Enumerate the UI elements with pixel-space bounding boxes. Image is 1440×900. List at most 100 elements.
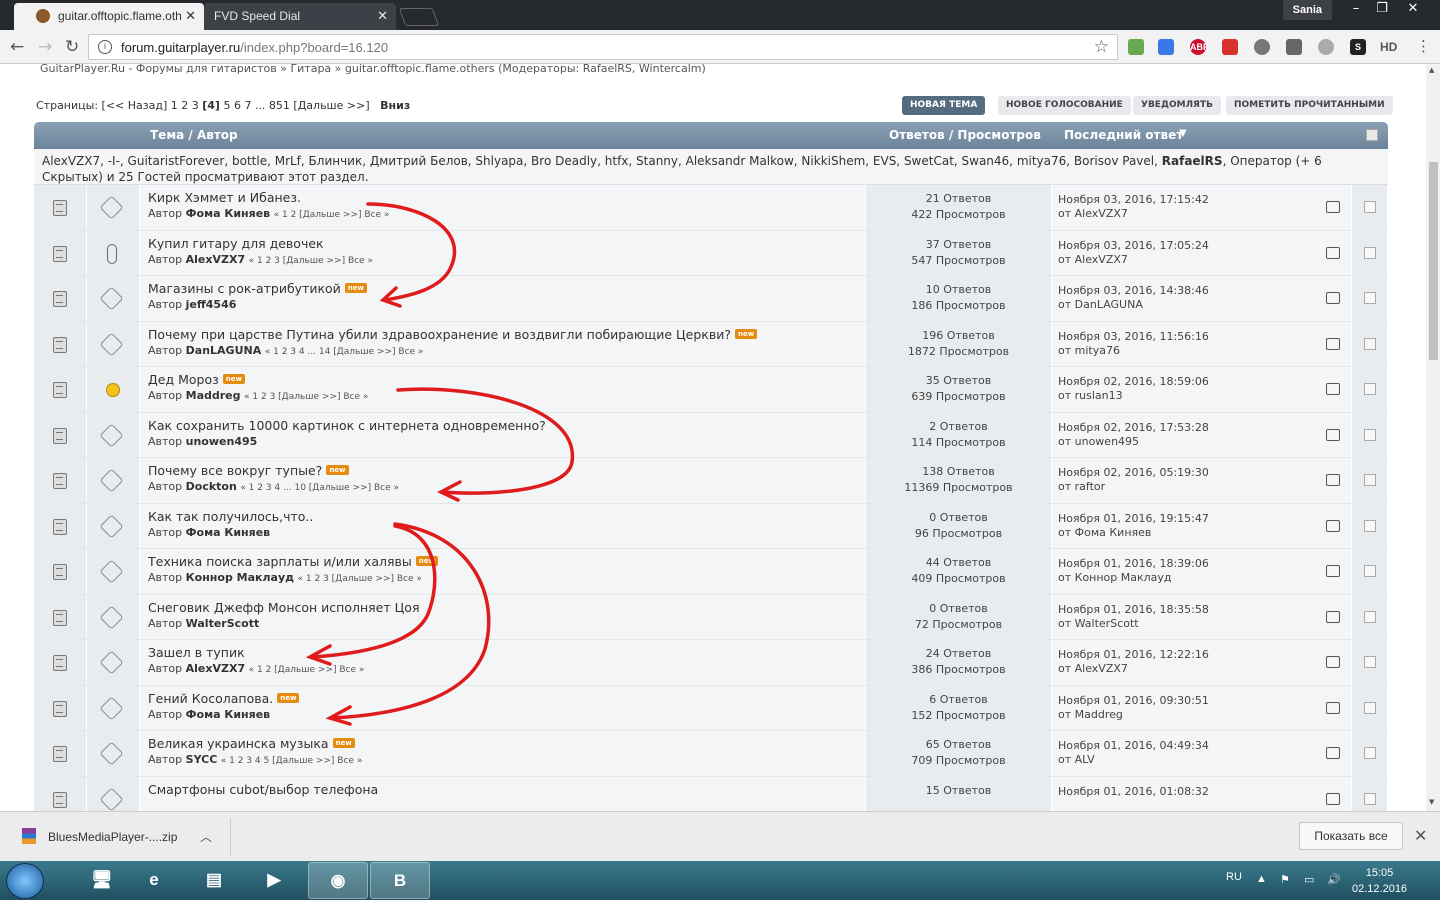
taskbar-vk-icon[interactable]: B [370, 862, 430, 899]
new-badge[interactable]: new [222, 374, 245, 384]
last-post-author[interactable]: от ALV [1058, 753, 1345, 767]
restore-icon[interactable]: ❐ [1369, 0, 1395, 20]
last-post-author[interactable]: от DanLAGUNA [1058, 298, 1345, 312]
pagination-prefix[interactable]: Страницы: [<< Назад] 1 2 3 [36, 99, 199, 112]
last-post-author[interactable]: от raftor [1058, 480, 1345, 494]
topic-pages[interactable]: « 1 2 3 [Дальше >>] Все » [244, 392, 368, 402]
back-icon[interactable]: ← [10, 37, 24, 57]
tray-volume-icon[interactable]: 🔊 [1327, 873, 1341, 886]
topic-author[interactable]: AlexVZX7 [186, 662, 245, 675]
clock[interactable]: 15:05 02.12.2016 [1352, 865, 1407, 897]
profile-name[interactable]: Sania [1282, 0, 1332, 20]
notify-button[interactable]: УВЕДОМЛЯТЬ [1133, 96, 1221, 115]
new-tab-button[interactable] [398, 8, 440, 26]
new-badge[interactable]: new [734, 328, 758, 339]
topic-pages[interactable]: « 1 2 3 [Дальше >>] Все » [298, 574, 422, 584]
scroll-up-icon[interactable]: ▲ [1429, 66, 1434, 74]
taskbar-computer-icon[interactable]: 🖥 [72, 862, 132, 899]
select-checkbox[interactable] [1364, 656, 1376, 668]
address-bar[interactable]: i forum.guitarplayer.ru/index.php?board=… [88, 34, 1118, 60]
topic-subject[interactable]: Гений Косолапова. [148, 691, 273, 706]
topic-subject[interactable]: Кирк Хэммет и Ибанез. [148, 190, 301, 205]
select-checkbox[interactable] [1364, 610, 1376, 623]
topic-subject[interactable]: Магазины с рок-атрибутикой [148, 281, 341, 296]
select-checkbox[interactable] [1364, 428, 1376, 441]
topic-author[interactable]: WalterScott [186, 617, 260, 630]
mark-read-button[interactable]: ПОМЕТИТЬ ПРОЧИТАННЫМИ [1226, 96, 1393, 115]
show-all-downloads-button[interactable]: Показать все [1299, 822, 1403, 850]
header-topic[interactable]: Тема / Автор [150, 128, 238, 142]
new-topic-button[interactable]: НОВАЯ ТЕМА [902, 96, 986, 115]
breadcrumb[interactable]: GuitarPlayer.Ru - Форумы для гитаристов … [40, 64, 706, 75]
topic-subject[interactable]: Снеговик Джефф Монсон исполняет Цоя [148, 600, 419, 615]
extension-puzzle-icon[interactable] [1128, 39, 1144, 55]
last-post-author[interactable]: от WalterScott [1058, 617, 1345, 631]
hd-extension-icon[interactable]: HD [1380, 39, 1397, 55]
select-checkbox[interactable] [1364, 565, 1376, 577]
viewer-moderator[interactable]: RafaelRS [1162, 154, 1223, 168]
topic-pages[interactable]: « 1 2 [Дальше >>] Все » [249, 665, 365, 675]
go-down-link[interactable]: Вниз [380, 99, 410, 112]
taskbar-chrome-icon[interactable]: ◉ [308, 862, 368, 899]
topic-author[interactable]: Dockton [186, 480, 237, 493]
last-post-author[interactable]: от AlexVZX7 [1058, 207, 1345, 221]
info-icon[interactable]: i [98, 40, 112, 54]
minimize-icon[interactable]: – [1343, 0, 1369, 20]
last-post-author[interactable]: от Maddreg [1058, 708, 1345, 722]
select-checkbox[interactable] [1364, 201, 1376, 213]
topic-subject[interactable]: Почему при царстве Путина убили здравоох… [148, 327, 731, 342]
taskbar-media-icon[interactable]: ▶ [244, 862, 304, 899]
topic-author[interactable]: Фома Киняев [186, 708, 271, 721]
last-post-icon[interactable] [1326, 610, 1340, 623]
forward-icon[interactable]: → [38, 37, 52, 57]
extension-circle-icon[interactable] [1318, 39, 1334, 55]
language-indicator[interactable]: RU [1226, 871, 1242, 883]
topic-author[interactable]: Коннор Маклауд [186, 571, 294, 584]
last-post-author[interactable]: от Коннор Маклауд [1058, 571, 1345, 585]
last-post-icon[interactable] [1326, 292, 1340, 304]
start-button[interactable] [6, 863, 44, 899]
menu-dots-icon[interactable]: ⋮ [1416, 37, 1431, 55]
tab-speed-dial[interactable]: FVD Speed Dial ✕ [204, 3, 396, 30]
bookmark-star-icon[interactable]: ☆ [1094, 37, 1109, 57]
new-badge[interactable]: new [326, 465, 349, 475]
last-post-icon[interactable] [1326, 747, 1340, 759]
chevron-up-icon[interactable]: ︿ [200, 828, 212, 845]
tray-expand-icon[interactable]: ▲ [1256, 873, 1267, 885]
last-post-author[interactable]: от ruslan13 [1058, 389, 1345, 403]
last-post-icon[interactable] [1326, 383, 1340, 395]
scrollbar-thumb[interactable] [1429, 162, 1438, 360]
topic-subject[interactable]: Как сохранить 10000 картинок с интернета… [148, 418, 546, 433]
adblock-icon[interactable]: ABP [1190, 39, 1209, 55]
topic-pages[interactable]: « 1 2 [Дальше >>] Все » [274, 210, 390, 220]
topic-author[interactable]: SYCC [186, 753, 218, 766]
sort-down-icon[interactable]: ▼ [1179, 128, 1187, 139]
topic-author[interactable]: DanLAGUNA [186, 344, 262, 357]
select-checkbox[interactable] [1364, 519, 1376, 532]
header-last-post[interactable]: Последний ответ [1064, 128, 1183, 142]
new-badge[interactable]: new [415, 556, 438, 566]
reload-icon[interactable]: ↻ [65, 37, 79, 57]
new-poll-button[interactable]: НОВОЕ ГОЛОСОВАНИЕ [998, 96, 1131, 115]
last-post-icon[interactable] [1326, 565, 1340, 577]
new-badge[interactable]: new [332, 738, 355, 748]
taskbar-explorer-icon[interactable]: ▤ [184, 862, 244, 899]
select-checkbox[interactable] [1364, 292, 1376, 304]
topic-subject[interactable]: Почему все вокруг тупые? [148, 463, 322, 478]
topic-pages[interactable]: « 1 2 3 [Дальше >>] Все » [249, 256, 373, 266]
last-post-icon[interactable] [1326, 701, 1340, 714]
last-post-author[interactable]: от AlexVZX7 [1058, 253, 1345, 267]
last-post-author[interactable]: от AlexVZX7 [1058, 662, 1345, 676]
select-checkbox[interactable] [1364, 792, 1376, 805]
select-checkbox[interactable] [1364, 246, 1376, 259]
last-post-icon[interactable] [1326, 656, 1340, 668]
last-post-icon[interactable] [1326, 519, 1340, 532]
topic-author[interactable]: Maddreg [186, 389, 241, 402]
topic-author[interactable]: AlexVZX7 [186, 253, 245, 266]
topic-subject[interactable]: Великая украинска музыка [148, 736, 329, 751]
tray-flag-icon[interactable]: ⚑ [1280, 873, 1290, 886]
header-replies[interactable]: Ответов / Просмотров [889, 128, 1041, 142]
translate-icon[interactable] [1158, 39, 1174, 55]
last-post-icon[interactable] [1326, 201, 1340, 213]
select-checkbox[interactable] [1364, 383, 1376, 395]
